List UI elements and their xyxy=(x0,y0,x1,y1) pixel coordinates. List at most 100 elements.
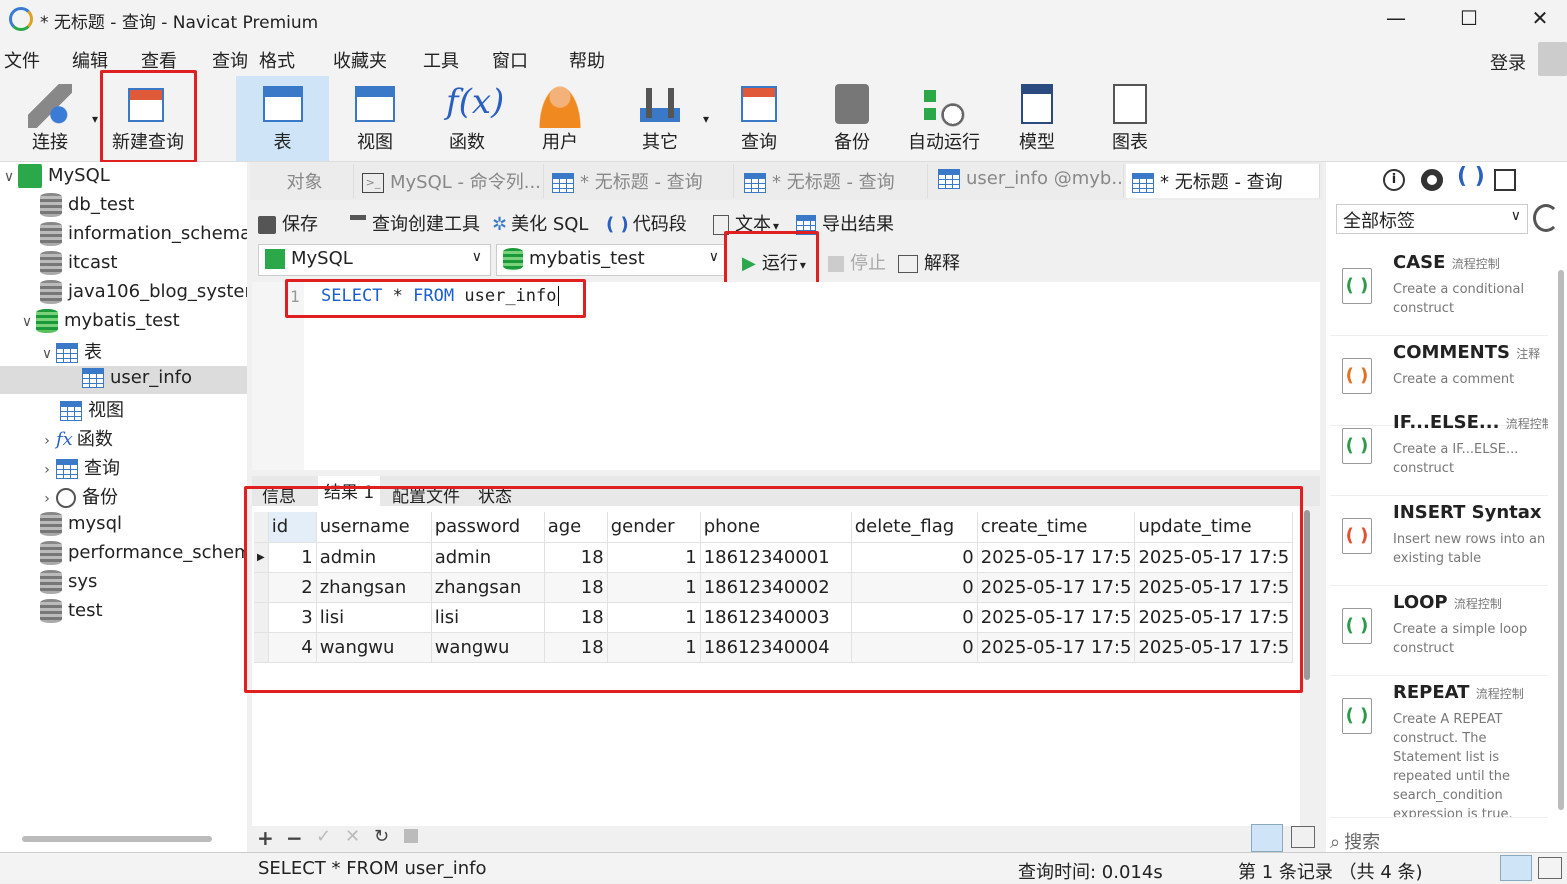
menu-help[interactable]: 帮助 xyxy=(569,47,605,73)
tree-item-mysql[interactable]: mysql xyxy=(40,512,247,536)
layout-single-icon[interactable] xyxy=(1538,857,1562,879)
minimize-button[interactable]: — xyxy=(1376,6,1416,34)
snippet-file-icon: ( ) xyxy=(1342,608,1372,644)
tree-item-itcast[interactable]: itcast xyxy=(40,251,247,275)
discard-changes-icon[interactable]: ✕ xyxy=(345,826,360,847)
tag-filter-select[interactable]: 全部标签 ∨ xyxy=(1336,204,1528,234)
function-icon: f(x) xyxy=(446,82,505,122)
apply-changes-icon[interactable]: ✓ xyxy=(316,826,331,847)
window-title: * 无标题 - 查询 - Navicat Premium xyxy=(40,13,319,33)
preview-icon[interactable] xyxy=(1421,169,1443,191)
code-snippet-button[interactable]: ( ) 代码段 xyxy=(606,210,687,236)
tree-item-java106_blog_system[interactable]: java106_blog_system xyxy=(40,280,247,304)
menu-format[interactable]: 格式 xyxy=(259,47,295,73)
close-button[interactable]: ✕ xyxy=(1520,6,1560,34)
tree-folder-queries[interactable]: › 查询 xyxy=(38,454,120,480)
database-icon xyxy=(40,251,62,275)
tree-item-mybatis_test[interactable]: ∨ mybatis_test xyxy=(18,309,247,333)
tab-untitled-query-active[interactable]: * 无标题 - 查询 xyxy=(1126,164,1320,198)
tab-mysql-console[interactable]: >_ MySQL - 命令列... xyxy=(356,164,544,198)
avatar[interactable] xyxy=(1538,42,1567,76)
database-icon xyxy=(503,248,523,270)
save-icon xyxy=(258,216,276,234)
database-icon xyxy=(40,222,62,246)
add-snippet-icon[interactable] xyxy=(1533,204,1559,232)
tree-item-performance_schema[interactable]: performance_schema xyxy=(40,541,247,565)
layout-split-icon[interactable] xyxy=(1500,855,1532,881)
menu-favorites[interactable]: 收藏夹 xyxy=(333,47,387,73)
snippet-scrollbar[interactable] xyxy=(1558,270,1564,810)
chevron-right-icon[interactable]: › xyxy=(38,491,56,507)
snippet-icon[interactable]: ( ) xyxy=(1457,164,1485,189)
snippet-if-else[interactable]: ( )IF...ELSE... 流程控制Create a IF...ELSE..… xyxy=(1330,408,1548,496)
tree-item-test[interactable]: test xyxy=(40,599,247,623)
chevron-down-icon[interactable]: ∨ xyxy=(38,346,56,362)
connection-select[interactable]: MySQL ∨ xyxy=(258,244,491,276)
form-view-icon[interactable] xyxy=(1291,826,1315,848)
menu-tools[interactable]: 工具 xyxy=(423,47,459,73)
columns-icon[interactable] xyxy=(1494,169,1516,191)
menu-window[interactable]: 窗口 xyxy=(492,47,528,73)
login-link[interactable]: 登录 xyxy=(1490,49,1526,75)
explain-icon xyxy=(898,255,918,273)
sidebar-scrollbar[interactable] xyxy=(22,836,212,842)
query-builder-button[interactable]: 查询创建工具 xyxy=(350,210,480,236)
model-icon xyxy=(1021,84,1053,124)
function-button[interactable]: f(x) 函数 xyxy=(422,78,512,160)
chevron-down-icon: ∨ xyxy=(471,249,482,265)
status-record-count: 第 1 条记录 （共 4 条) xyxy=(1238,862,1423,883)
view-button[interactable]: 视图 xyxy=(330,78,420,160)
grid-scrollbar[interactable] xyxy=(1304,510,1310,680)
connect-button[interactable]: 连接 xyxy=(10,78,90,160)
user-button[interactable]: 用户 xyxy=(515,78,605,160)
save-button[interactable]: 保存 xyxy=(258,210,318,236)
explain-button[interactable]: 解释 xyxy=(898,249,960,275)
model-button[interactable]: 模型 xyxy=(992,78,1082,160)
tab-objects[interactable]: 对象 xyxy=(256,164,354,198)
snippet-file-icon: ( ) xyxy=(1342,428,1372,464)
magic-wand-icon: ✲ xyxy=(492,214,508,235)
snippet-insert[interactable]: ( )INSERT Syntax DMInsert new rows into … xyxy=(1330,498,1548,586)
chart-button[interactable]: 图表 xyxy=(1085,78,1175,160)
delete-record-icon[interactable]: − xyxy=(286,826,303,850)
chevron-right-icon[interactable]: › xyxy=(38,462,56,478)
auto-run-button[interactable]: 自动运行 xyxy=(898,78,990,160)
chevron-down-icon[interactable]: ∨ xyxy=(18,314,36,330)
tree-folder-views[interactable]: 视图 xyxy=(60,396,124,422)
tab-untitled-query-2[interactable]: * 无标题 - 查询 xyxy=(738,164,928,198)
backup-button[interactable]: 备份 xyxy=(808,78,896,160)
tree-root-mysql[interactable]: ∨ MySQL xyxy=(0,164,110,188)
tree-folder-tables[interactable]: ∨ 表 xyxy=(38,338,102,364)
refresh-icon[interactable]: ↻ xyxy=(374,826,389,847)
beautify-sql-button[interactable]: ✲ 美化 SQL xyxy=(492,210,588,236)
grid-view-icon[interactable] xyxy=(1251,824,1283,852)
snippet-icon: ( ) xyxy=(606,214,629,235)
menu-file[interactable]: 文件 xyxy=(4,47,40,73)
snippet-loop[interactable]: ( ) LOOP 流程控制 Create a simple loop constru… xyxy=(1330,588,1548,676)
tab-user-info[interactable]: user_info @myb... xyxy=(932,164,1124,198)
table-button[interactable]: 表 xyxy=(236,78,329,160)
snippet-search-input[interactable]: ⌕ 搜索 xyxy=(1330,828,1560,853)
tree-item-db_test[interactable]: db_test xyxy=(40,193,247,217)
menu-query[interactable]: 查询 xyxy=(212,47,248,73)
tree-folder-backups[interactable]: › 备份 xyxy=(38,483,118,509)
chevron-down-icon[interactable]: ∨ xyxy=(0,169,18,185)
other-button[interactable]: 其它 xyxy=(615,78,705,160)
tree-folder-functions[interactable]: › fx 函数 xyxy=(38,425,113,451)
add-record-icon[interactable]: + xyxy=(257,826,274,850)
query-button[interactable]: 查询 xyxy=(715,78,803,160)
tab-untitled-query-1[interactable]: * 无标题 - 查询 xyxy=(546,164,734,198)
tree-item-information_schema[interactable]: information_schema xyxy=(40,222,247,246)
stop-icon[interactable] xyxy=(404,829,418,843)
tree-item-sys[interactable]: sys xyxy=(40,570,247,594)
tree-item-user_info[interactable]: user_info xyxy=(82,367,192,388)
database-select[interactable]: mybatis_test ∨ xyxy=(496,244,726,276)
stop-button[interactable]: 停止 xyxy=(828,249,886,275)
chevron-right-icon[interactable]: › xyxy=(38,433,56,449)
snippet-repeat[interactable]: ( ) REPEAT 流程控制 Create A REPEAT construct.… xyxy=(1330,678,1548,818)
connect-dropdown-icon[interactable]: ▾ xyxy=(92,112,98,126)
info-icon[interactable]: i xyxy=(1383,169,1405,191)
snippet-case[interactable]: ( ) CASE 流程控制 Create a conditional constru… xyxy=(1330,248,1548,336)
other-dropdown-icon[interactable]: ▾ xyxy=(703,112,709,126)
maximize-button[interactable]: ☐ xyxy=(1449,6,1489,34)
